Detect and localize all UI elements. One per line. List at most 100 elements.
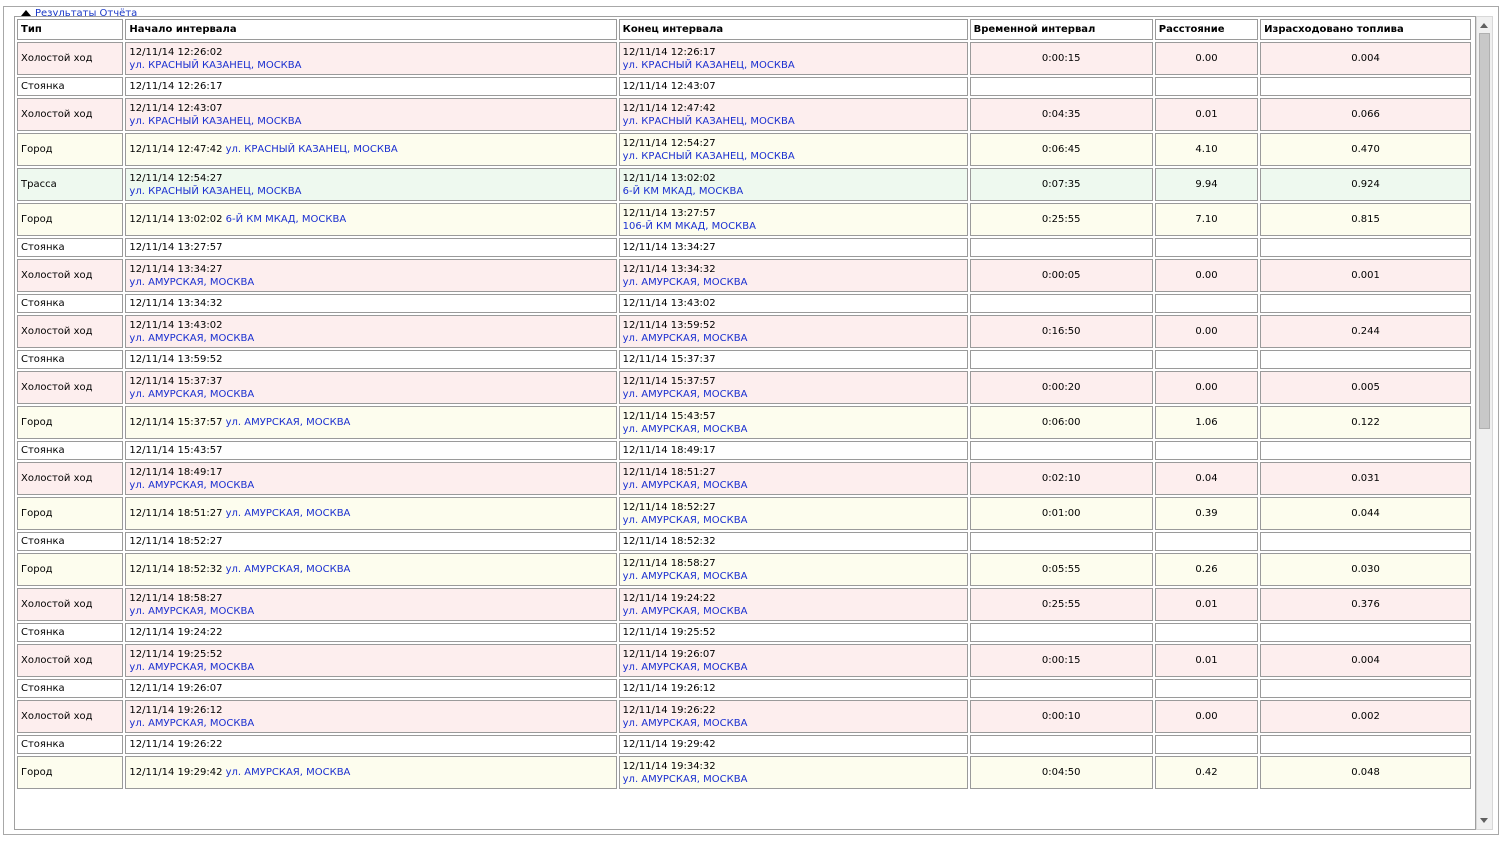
fuel-value: 0.002 — [1351, 711, 1380, 722]
end-address-link[interactable]: ул. АМУРСКАЯ, МОСКВА — [623, 606, 748, 617]
start-address-link[interactable]: ул. АМУРСКАЯ, МОСКВА — [129, 277, 254, 288]
duration-value: 0:00:10 — [1041, 711, 1081, 722]
start-address-link[interactable]: ул. КРАСНЫЙ КАЗАНЕЦ, МОСКВА — [129, 60, 301, 71]
type-text: Холостой ход — [21, 711, 93, 722]
end-address-link[interactable]: ул. АМУРСКАЯ, МОСКВА — [623, 718, 748, 729]
column-header-start[interactable]: Начало интервала — [125, 19, 617, 40]
column-header-fuel[interactable]: Израсходовано топлива — [1260, 19, 1471, 40]
chevron-up-icon[interactable] — [1480, 23, 1488, 28]
vertical-scrollbar[interactable] — [1476, 16, 1493, 830]
start-address-link[interactable]: ул. АМУРСКАЯ, МОСКВА — [129, 333, 254, 344]
start-address-link[interactable]: ул. АМУРСКАЯ, МОСКВА — [226, 417, 351, 428]
column-header-duration[interactable]: Временной интервал — [969, 19, 1153, 40]
end-address-link[interactable]: ул. АМУРСКАЯ, МОСКВА — [623, 424, 748, 435]
table-row[interactable]: Холостой ход 12/11/14 18:49:17 ул. АМУРСКА… — [17, 462, 1471, 495]
table-row[interactable]: Холостой ход 12/11/14 15:37:37 ул. АМУРСКА… — [17, 371, 1471, 404]
end-address-link[interactable]: ул. КРАСНЫЙ КАЗАНЕЦ, МОСКВА — [623, 60, 795, 71]
type-text: Стоянка — [21, 683, 65, 694]
distance-value: 0.42 — [1195, 767, 1218, 778]
end-address-link[interactable]: ул. АМУРСКАЯ, МОСКВА — [623, 515, 748, 526]
cell-type: Стоянка — [17, 294, 124, 313]
type-text: Город — [21, 214, 53, 225]
table-row[interactable]: Город 12/11/14 18:52:32 ул. АМУРСКАЯ, МОС… — [17, 553, 1471, 586]
start-address-link[interactable]: ул. АМУРСКАЯ, МОСКВА — [129, 389, 254, 400]
table-row[interactable]: Холостой ход 12/11/14 13:34:27 ул. АМУРСКА… — [17, 259, 1471, 292]
start-address-link[interactable]: ул. АМУРСКАЯ, МОСКВА — [129, 606, 254, 617]
table-row[interactable]: Стоянка 12/11/14 13:27:57 12/11/14 13:34:2… — [17, 238, 1471, 257]
cell-duration — [969, 532, 1153, 551]
cell-duration: 0:16:50 — [969, 315, 1153, 348]
cell-end: 12/11/14 19:24:22 ул. АМУРСКАЯ, МОСКВА — [618, 588, 968, 621]
table-row[interactable]: Город 12/11/14 12:47:42 ул. КРАСНЫЙ КАЗАН… — [17, 133, 1471, 166]
cell-end: 12/11/14 13:34:32 ул. АМУРСКАЯ, МОСКВА — [618, 259, 968, 292]
cell-start: 12/11/14 18:58:27 ул. АМУРСКАЯ, МОСКВА — [125, 588, 617, 621]
end-address-link[interactable]: ул. АМУРСКАЯ, МОСКВА — [623, 389, 748, 400]
start-address-link[interactable]: ул. АМУРСКАЯ, МОСКВА — [226, 564, 351, 575]
end-time: 12/11/14 19:25:52 — [622, 627, 716, 638]
cell-start: 12/11/14 19:26:12 ул. АМУРСКАЯ, МОСКВА — [125, 700, 617, 733]
table-row[interactable]: Стоянка 12/11/14 19:26:22 12/11/14 19:29:4… — [17, 735, 1471, 754]
table-row[interactable]: Холостой ход 12/11/14 18:58:27 ул. АМУРСКА… — [17, 588, 1471, 621]
distance-value: 0.26 — [1195, 564, 1218, 575]
table-row[interactable]: Холостой ход 12/11/14 13:43:02 ул. АМУРСКА… — [17, 315, 1471, 348]
table-row[interactable]: Холостой ход 12/11/14 12:26:02 ул. КРАСНЫЙ… — [17, 42, 1471, 75]
fuel-value: 0.005 — [1351, 382, 1380, 393]
type-text: Стоянка — [21, 445, 65, 456]
end-time: 12/11/14 13:27:57 — [622, 207, 716, 219]
column-header-type[interactable]: Тип — [17, 19, 124, 40]
cell-end: 12/11/14 15:37:37 — [618, 350, 968, 369]
table-row[interactable]: Стоянка 12/11/14 13:59:52 12/11/14 15:37:3… — [17, 350, 1471, 369]
end-address-link[interactable]: 6-Й КМ МКАД, МОСКВА — [623, 186, 744, 197]
start-address-link[interactable]: ул. КРАСНЫЙ КАЗАНЕЦ, МОСКВА — [129, 186, 301, 197]
cell-distance: 0.00 — [1154, 259, 1259, 292]
cell-type: Город — [17, 497, 124, 530]
table-row[interactable]: Стоянка 12/11/14 12:26:17 12/11/14 12:43:0… — [17, 77, 1471, 96]
start-time: 12/11/14 18:49:17 — [129, 466, 223, 478]
table-row[interactable]: Город 12/11/14 18:51:27 ул. АМУРСКАЯ, МОС… — [17, 497, 1471, 530]
table-row[interactable]: Стоянка 12/11/14 19:26:07 12/11/14 19:26:1… — [17, 679, 1471, 698]
column-header-end[interactable]: Конец интервала — [618, 19, 968, 40]
table-row[interactable]: Город 12/11/14 19:29:42 ул. АМУРСКАЯ, МОС… — [17, 756, 1471, 789]
cell-distance — [1154, 294, 1259, 313]
table-row[interactable]: Холостой ход 12/11/14 19:26:12 ул. АМУРСКА… — [17, 700, 1471, 733]
end-address-link[interactable]: ул. АМУРСКАЯ, МОСКВА — [623, 774, 748, 785]
start-address-link[interactable]: ул. КРАСНЫЙ КАЗАНЕЦ, МОСКВА — [129, 116, 301, 127]
cell-duration: 0:06:00 — [969, 406, 1153, 439]
start-address-link[interactable]: 6-Й КМ МКАД, МОСКВА — [226, 214, 347, 225]
type-text: Трасса — [21, 179, 57, 190]
start-time: 12/11/14 12:54:27 — [129, 172, 223, 184]
start-address-link[interactable]: ул. АМУРСКАЯ, МОСКВА — [226, 508, 351, 519]
scrollbar-thumb[interactable] — [1479, 33, 1490, 429]
start-address-link[interactable]: ул. АМУРСКАЯ, МОСКВА — [226, 767, 351, 778]
chevron-down-icon[interactable] — [1480, 818, 1488, 823]
type-text: Город — [21, 564, 53, 575]
table-row[interactable]: Стоянка 12/11/14 15:43:57 12/11/14 18:49:1… — [17, 441, 1471, 460]
start-time: 12/11/14 18:58:27 — [129, 592, 223, 604]
start-address-link[interactable]: ул. АМУРСКАЯ, МОСКВА — [129, 662, 254, 673]
column-header-distance[interactable]: Расстояние — [1154, 19, 1259, 40]
start-address-link[interactable]: ул. АМУРСКАЯ, МОСКВА — [129, 480, 254, 491]
table-row[interactable]: Холостой ход 12/11/14 19:25:52 ул. АМУРСКА… — [17, 644, 1471, 677]
start-address-link[interactable]: ул. АМУРСКАЯ, МОСКВА — [129, 718, 254, 729]
table-row[interactable]: Стоянка 12/11/14 19:24:22 12/11/14 19:25:5… — [17, 623, 1471, 642]
table-row[interactable]: Трасса 12/11/14 12:54:27 ул. КРАСНЫЙ КАЗАН… — [17, 168, 1471, 201]
cell-duration: 0:06:45 — [969, 133, 1153, 166]
end-address-link[interactable]: 106-Й КМ МКАД, МОСКВА — [623, 221, 756, 232]
end-address-link[interactable]: ул. АМУРСКАЯ, МОСКВА — [623, 571, 748, 582]
table-row[interactable]: Стоянка 12/11/14 18:52:27 12/11/14 18:52:3… — [17, 532, 1471, 551]
start-address-link[interactable]: ул. КРАСНЫЙ КАЗАНЕЦ, МОСКВА — [226, 144, 398, 155]
end-address-link[interactable]: ул. АМУРСКАЯ, МОСКВА — [623, 277, 748, 288]
end-address-link[interactable]: ул. АМУРСКАЯ, МОСКВА — [623, 333, 748, 344]
table-row[interactable]: Город 12/11/14 15:37:57 ул. АМУРСКАЯ, МОС… — [17, 406, 1471, 439]
table-row[interactable]: Стоянка 12/11/14 13:34:32 12/11/14 13:43:0… — [17, 294, 1471, 313]
start-time: 12/11/14 12:47:42 — [129, 144, 223, 155]
distance-value: 0.00 — [1195, 326, 1218, 337]
end-address-link[interactable]: ул. АМУРСКАЯ, МОСКВА — [623, 662, 748, 673]
end-address-link[interactable]: ул. АМУРСКАЯ, МОСКВА — [623, 480, 748, 491]
table-row[interactable]: Город 12/11/14 13:02:02 6-Й КМ МКАД, МОСК… — [17, 203, 1471, 236]
cell-distance — [1154, 735, 1259, 754]
end-address-link[interactable]: ул. КРАСНЫЙ КАЗАНЕЦ, МОСКВА — [623, 116, 795, 127]
table-row[interactable]: Холостой ход 12/11/14 12:43:07 ул. КРАСНЫЙ… — [17, 98, 1471, 131]
end-address-link[interactable]: ул. КРАСНЫЙ КАЗАНЕЦ, МОСКВА — [623, 151, 795, 162]
cell-end: 12/11/14 19:25:52 — [618, 623, 968, 642]
